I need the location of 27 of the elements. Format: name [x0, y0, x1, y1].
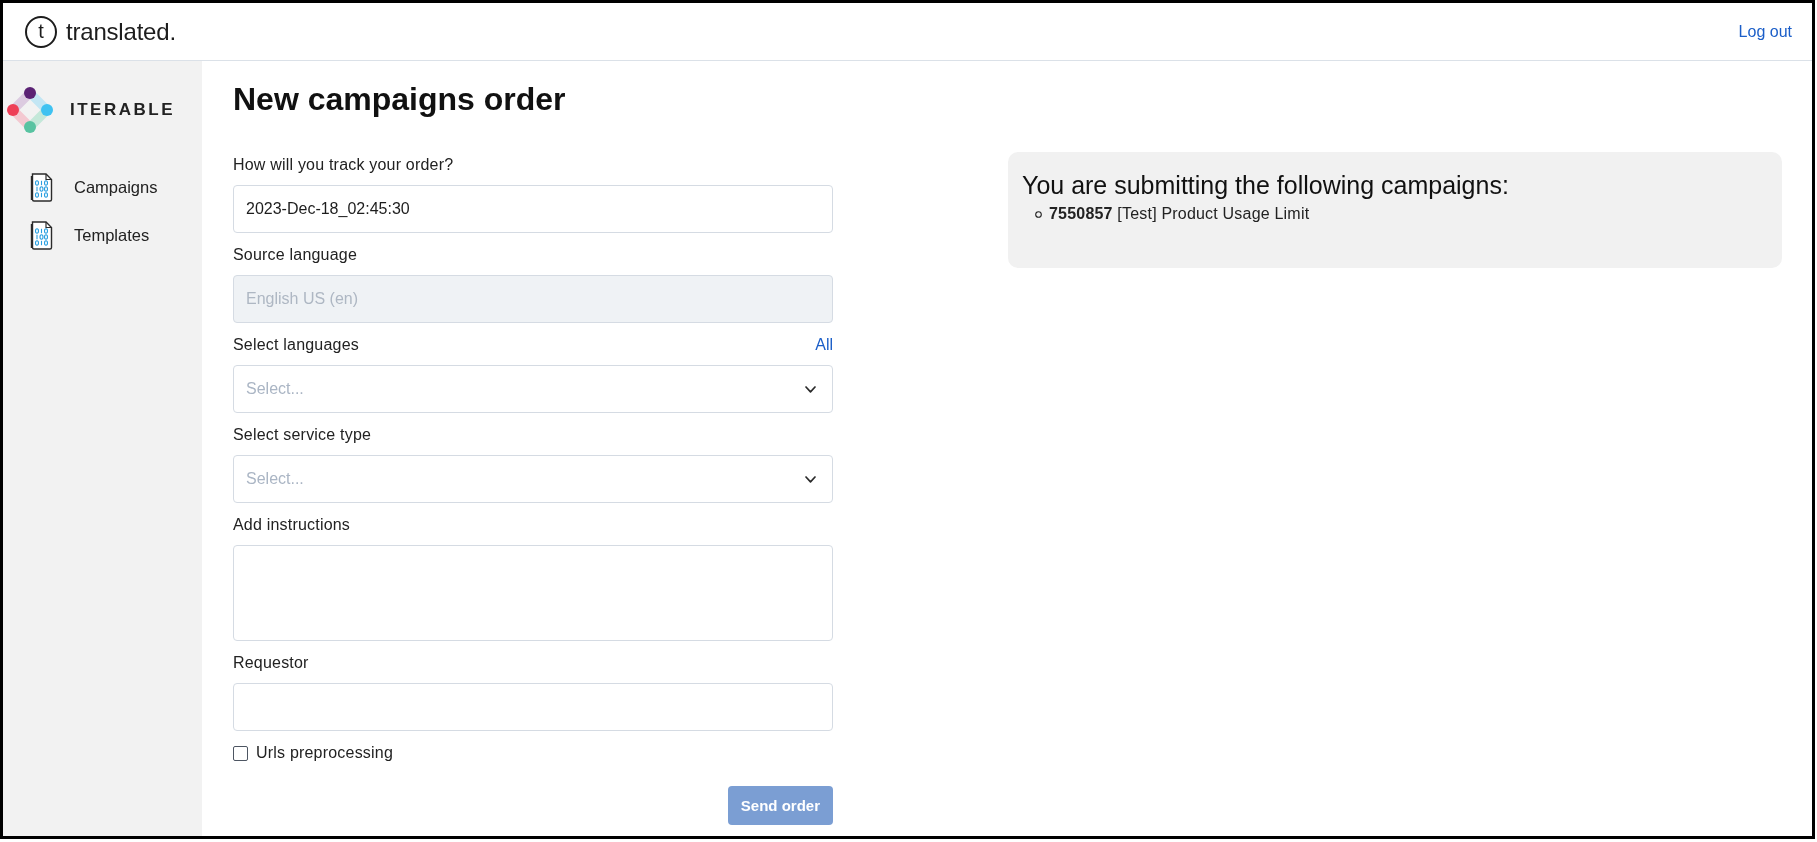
select-all-link[interactable]: All — [815, 336, 833, 354]
summary-title: You are submitting the following campaigns: — [1022, 171, 1510, 200]
sidebar-item[interactable]: Templates — [30, 215, 156, 255]
field-label: Requestor — [233, 654, 309, 672]
field-label: How will you track your order? — [233, 156, 454, 174]
text-area[interactable] — [233, 545, 833, 641]
diamond-dots-icon — [7, 87, 53, 133]
field-label: Source language — [233, 246, 357, 264]
bullet-icon — [1035, 210, 1042, 218]
brand-name: ITERABLE — [70, 100, 175, 120]
field-label: Select languages — [233, 336, 359, 354]
field-label: Select service type — [233, 426, 372, 444]
chevron-down-icon — [805, 385, 816, 393]
campaign-list-item: 7550857 [Test] Product Usage Limit — [1049, 205, 1310, 223]
page-title: New campaigns order — [233, 81, 567, 118]
chevron-down-icon — [805, 475, 816, 483]
document-icon — [30, 172, 53, 202]
field-label: Add instructions — [233, 516, 351, 534]
logo-mark: t — [25, 15, 57, 48]
text-input[interactable] — [233, 683, 833, 731]
checkbox[interactable] — [233, 745, 248, 761]
document-icon — [30, 220, 53, 250]
logout-link[interactable]: Log out — [1738, 22, 1792, 41]
checkbox-label[interactable]: Urls preprocessing — [256, 744, 393, 762]
text-input[interactable]: 2023-Dec-18_02:45:30 — [233, 185, 833, 233]
logo-text: translated. — [66, 17, 176, 46]
sidebar-item[interactable]: Campaigns — [30, 167, 164, 207]
